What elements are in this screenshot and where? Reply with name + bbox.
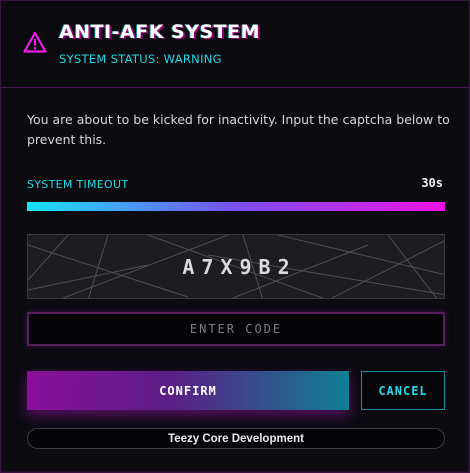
timeout-label: SYSTEM TIMEOUT <box>27 178 129 191</box>
timeout-progress-fill <box>27 202 445 211</box>
captcha-input[interactable] <box>27 312 445 346</box>
timeout-progress-bar <box>27 202 445 211</box>
captcha-code: A7X9B2 <box>182 254 297 279</box>
dialog-title: ANTI-AFK SYSTEM <box>59 21 261 43</box>
dialog-header: ANTI-AFK SYSTEM SYSTEM STATUS: WARNING <box>1 1 469 88</box>
inactivity-message: You are about to be kicked for inactivit… <box>27 112 450 147</box>
captcha-image: A7X9B2 <box>27 234 445 299</box>
footer-credit: Teezy Core Development <box>27 428 445 449</box>
warning-triangle-icon <box>23 31 47 53</box>
anti-afk-dialog: ANTI-AFK SYSTEM SYSTEM STATUS: WARNING Y… <box>0 0 470 473</box>
confirm-button[interactable]: CONFIRM <box>27 371 349 410</box>
timeout-value: 30s <box>421 176 443 190</box>
system-status-text: SYSTEM STATUS: WARNING <box>59 52 222 66</box>
cancel-button[interactable]: CANCEL <box>361 371 445 410</box>
